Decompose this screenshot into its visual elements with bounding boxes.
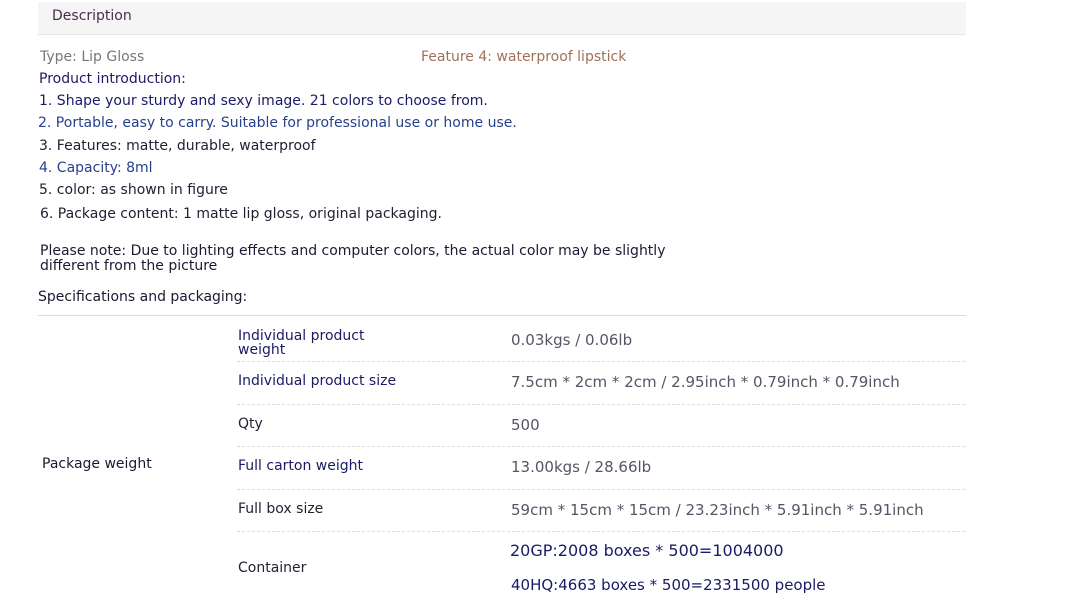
row-divider (237, 446, 965, 447)
spec-value-container-40hq: 40HQ:4663 boxes * 500=2331500 people (511, 576, 826, 594)
row-divider (237, 531, 965, 532)
specs-heading: Specifications and packaging: (38, 289, 248, 305)
spec-label-qty: Qty (238, 416, 263, 432)
intro-item-6: 6. Package content: 1 matte lip gloss, o… (40, 206, 442, 222)
intro-item-4: 4. Capacity: 8ml (39, 160, 153, 176)
spec-value-weight: 0.03kgs / 0.06lb (511, 331, 633, 349)
row-divider (237, 404, 965, 405)
intro-item-3: 3. Features: matte, durable, waterproof (39, 138, 316, 154)
spec-value-carton-weight: 13.00kgs / 28.66lb (511, 458, 652, 476)
spec-value-qty: 500 (511, 416, 540, 434)
description-tab-label: Description (52, 8, 132, 24)
package-weight-label: Package weight (42, 456, 152, 472)
spec-label-carton-weight: Full carton weight (238, 458, 364, 474)
type-line: Type: Lip Gloss (40, 49, 145, 65)
color-note: Please note: Due to lighting effects and… (40, 243, 666, 274)
spec-value-container-20gp: 20GP:2008 boxes * 500=1004000 (510, 541, 784, 560)
spec-label-size: Individual product size (238, 373, 397, 389)
spec-label-weight: Individual product weight (238, 328, 365, 358)
spec-value-box-size: 59cm * 15cm * 15cm / 23.23inch * 5.91inc… (511, 501, 924, 519)
feature-line: Feature 4: waterproof lipstick (421, 49, 627, 65)
description-tab[interactable]: Description (38, 2, 966, 35)
spec-label-box-size: Full box size (238, 501, 324, 517)
spec-label-container: Container (238, 560, 307, 576)
specs-divider (38, 315, 966, 316)
intro-item-5: 5. color: as shown in figure (39, 182, 228, 198)
intro-item-2: 2. Portable, easy to carry. Suitable for… (38, 115, 517, 131)
row-divider (237, 361, 965, 362)
product-intro-heading: Product introduction: (39, 71, 186, 87)
spec-value-size: 7.5cm * 2cm * 2cm / 2.95inch * 0.79inch … (511, 373, 900, 391)
row-divider (237, 489, 965, 490)
intro-item-1: 1. Shape your sturdy and sexy image. 21 … (39, 93, 488, 109)
